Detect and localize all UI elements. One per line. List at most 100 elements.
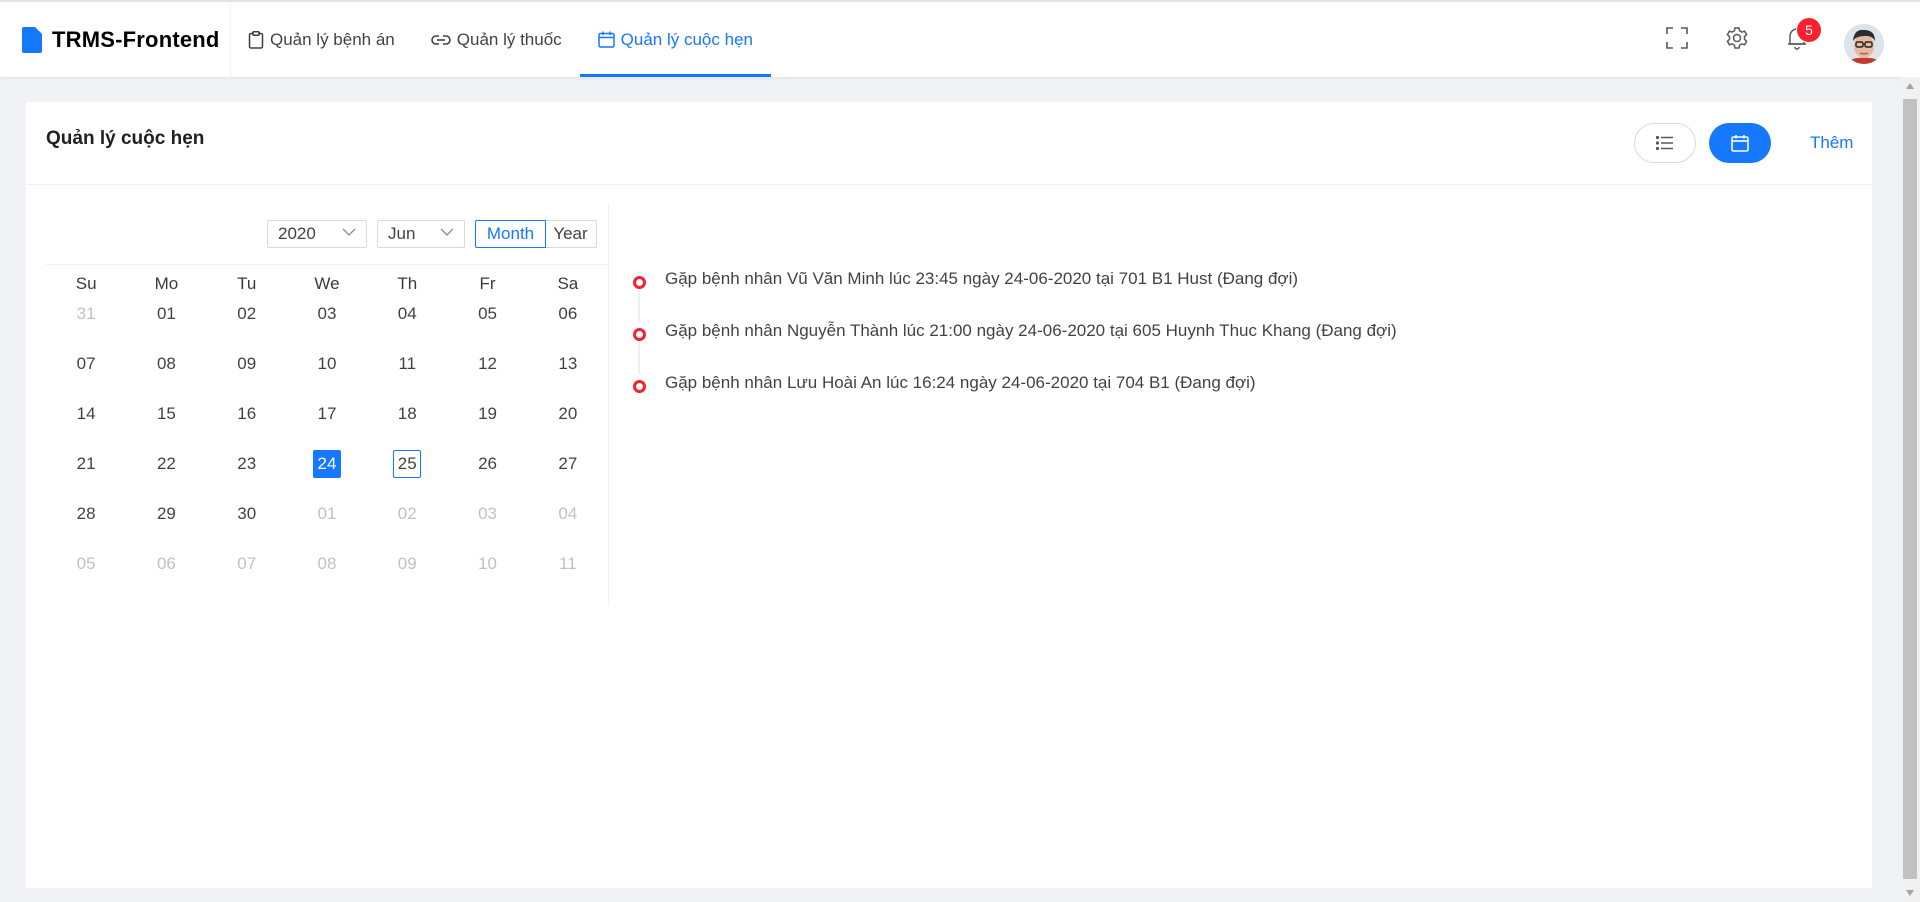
calendar-cell[interactable]: 23: [207, 448, 287, 498]
calendar-cell[interactable]: 02: [207, 298, 287, 348]
calendar-cell[interactable]: 04: [367, 298, 447, 348]
calendar-cell[interactable]: 28: [46, 498, 126, 548]
fullscreen-button[interactable]: [1661, 22, 1693, 54]
calendar-cell[interactable]: 15: [126, 398, 206, 448]
nav-item-appointments[interactable]: Quản lý cuộc hẹn: [579, 2, 771, 77]
calendar-date[interactable]: 04: [554, 500, 582, 528]
calendar-date[interactable]: 15: [152, 400, 180, 428]
brand[interactable]: TRMS-Frontend: [0, 2, 231, 77]
scrollbar-thumb[interactable]: [1903, 99, 1917, 879]
calendar-cell[interactable]: 11: [528, 548, 608, 598]
page-scrollbar[interactable]: [1900, 77, 1920, 902]
calendar-view-button[interactable]: [1709, 123, 1771, 163]
calendar-cell[interactable]: 16: [207, 398, 287, 448]
calendar-cell[interactable]: 10: [287, 348, 367, 398]
calendar-cell[interactable]: 09: [367, 548, 447, 598]
calendar-date[interactable]: 11: [393, 350, 421, 378]
calendar-cell[interactable]: 17: [287, 398, 367, 448]
calendar-cell[interactable]: 14: [46, 398, 126, 448]
calendar-date[interactable]: 05: [474, 300, 502, 328]
calendar-date[interactable]: 20: [554, 400, 582, 428]
calendar-cell[interactable]: 19: [447, 398, 527, 448]
calendar-date[interactable]: 06: [152, 550, 180, 578]
calendar-cell[interactable]: 31: [46, 298, 126, 348]
calendar-cell[interactable]: 21: [46, 448, 126, 498]
calendar-date[interactable]: 03: [313, 300, 341, 328]
calendar-date[interactable]: 12: [474, 350, 502, 378]
calendar-cell[interactable]: 05: [447, 298, 527, 348]
calendar-date[interactable]: 23: [233, 450, 261, 478]
calendar-date[interactable]: 13: [554, 350, 582, 378]
scroll-up-arrow-icon[interactable]: [1906, 83, 1914, 89]
calendar-date[interactable]: 05: [72, 550, 100, 578]
scroll-down-arrow-icon[interactable]: [1906, 890, 1914, 896]
month-select[interactable]: Jun: [377, 220, 465, 248]
mode-month-radio[interactable]: Month: [475, 220, 546, 248]
settings-button[interactable]: [1721, 22, 1753, 54]
calendar-cell[interactable]: 08: [126, 348, 206, 398]
calendar-date[interactable]: 02: [393, 500, 421, 528]
calendar-date[interactable]: 07: [72, 350, 100, 378]
calendar-date[interactable]: 01: [313, 500, 341, 528]
calendar-cell[interactable]: 27: [528, 448, 608, 498]
calendar-date[interactable]: 08: [313, 550, 341, 578]
calendar-cell[interactable]: 12: [447, 348, 527, 398]
user-avatar[interactable]: [1844, 24, 1884, 64]
calendar-date[interactable]: 14: [72, 400, 100, 428]
calendar-cell[interactable]: 08: [287, 548, 367, 598]
calendar-date[interactable]: 25: [393, 450, 422, 478]
calendar-date[interactable]: 09: [233, 350, 261, 378]
calendar-date[interactable]: 10: [313, 350, 341, 378]
calendar-date[interactable]: 02: [233, 300, 261, 328]
calendar-cell[interactable]: 26: [447, 448, 527, 498]
calendar-date[interactable]: 26: [474, 450, 502, 478]
calendar-date[interactable]: 01: [152, 300, 180, 328]
calendar-date[interactable]: 03: [474, 500, 502, 528]
calendar-cell[interactable]: 22: [126, 448, 206, 498]
calendar-cell[interactable]: 30: [207, 498, 287, 548]
calendar-cell[interactable]: 05: [46, 548, 126, 598]
calendar-cell[interactable]: 24: [287, 448, 367, 498]
list-view-button[interactable]: [1634, 123, 1696, 163]
mode-year-radio[interactable]: Year: [545, 220, 597, 248]
calendar-date[interactable]: 11: [554, 550, 582, 578]
calendar-date[interactable]: 18: [393, 400, 421, 428]
calendar-date[interactable]: 27: [554, 450, 582, 478]
calendar-cell[interactable]: 10: [447, 548, 527, 598]
calendar-date[interactable]: 16: [233, 400, 261, 428]
calendar-cell[interactable]: 11: [367, 348, 447, 398]
calendar-date[interactable]: 17: [313, 400, 341, 428]
calendar-cell[interactable]: 04: [528, 498, 608, 548]
calendar-cell[interactable]: 13: [528, 348, 608, 398]
calendar-date[interactable]: 10: [474, 550, 502, 578]
nav-item-medical-records[interactable]: Quản lý bệnh án: [230, 2, 413, 77]
calendar-date[interactable]: 09: [393, 550, 421, 578]
calendar-date[interactable]: 24: [312, 450, 341, 478]
calendar-cell[interactable]: 01: [287, 498, 367, 548]
calendar-cell[interactable]: 02: [367, 498, 447, 548]
calendar-date[interactable]: 22: [152, 450, 180, 478]
calendar-cell[interactable]: 25: [367, 448, 447, 498]
calendar-cell[interactable]: 03: [287, 298, 367, 348]
calendar-date[interactable]: 30: [233, 500, 261, 528]
calendar-date[interactable]: 06: [554, 300, 582, 328]
calendar-cell[interactable]: 29: [126, 498, 206, 548]
calendar-date[interactable]: 19: [474, 400, 502, 428]
calendar-date[interactable]: 28: [72, 500, 100, 528]
calendar-cell[interactable]: 09: [207, 348, 287, 398]
calendar-cell[interactable]: 06: [528, 298, 608, 348]
calendar-cell[interactable]: 06: [126, 548, 206, 598]
year-select[interactable]: 2020: [267, 220, 367, 248]
calendar-date[interactable]: 21: [72, 450, 100, 478]
calendar-date[interactable]: 08: [152, 350, 180, 378]
calendar-cell[interactable]: 20: [528, 398, 608, 448]
calendar-date[interactable]: 07: [233, 550, 261, 578]
calendar-cell[interactable]: 03: [447, 498, 527, 548]
calendar-date[interactable]: 04: [393, 300, 421, 328]
calendar-cell[interactable]: 01: [126, 298, 206, 348]
nav-item-medicines[interactable]: Quản lý thuốc: [413, 2, 580, 77]
add-appointment-link[interactable]: Thêm: [1810, 133, 1853, 153]
calendar-date[interactable]: 29: [152, 500, 180, 528]
calendar-cell[interactable]: 07: [46, 348, 126, 398]
calendar-cell[interactable]: 07: [207, 548, 287, 598]
